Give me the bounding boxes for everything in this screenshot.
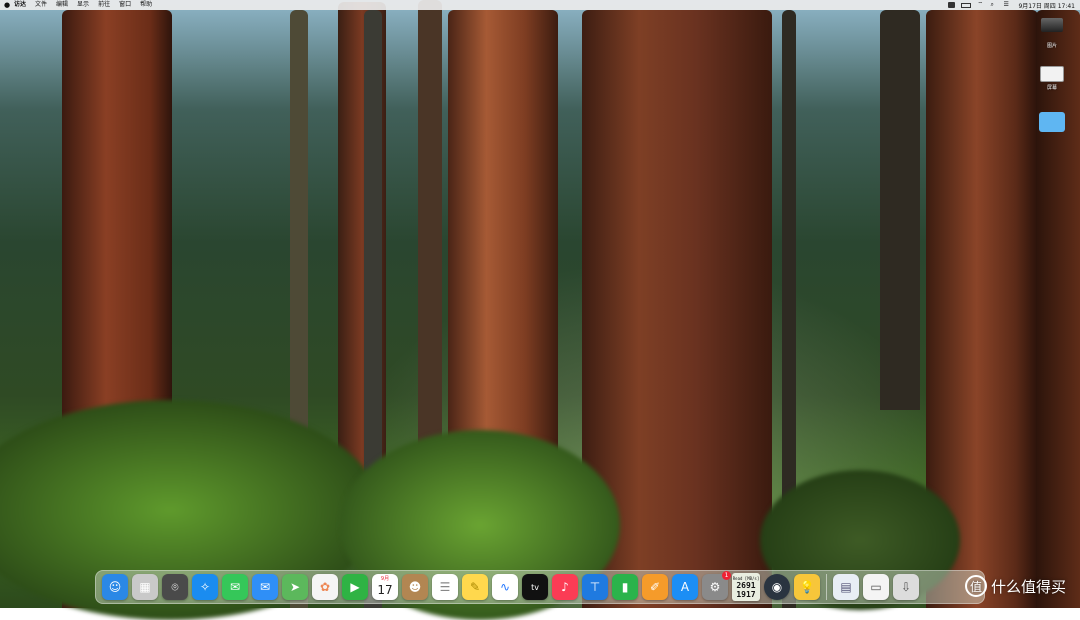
globe-app-icon[interactable]: ◉ bbox=[764, 574, 790, 600]
downloads-stack-icon[interactable]: ⇩ bbox=[893, 574, 919, 600]
launchpad-app-icon[interactable]: ▦ bbox=[132, 574, 158, 600]
status-area: ⌔ ⌕ ☰ 9月17日 周四 17:41 bbox=[948, 1, 1080, 10]
menu-file[interactable]: 文件 bbox=[35, 0, 47, 10]
mail-app-icon[interactable]: ✉ bbox=[252, 574, 278, 600]
battery-icon[interactable] bbox=[961, 2, 972, 8]
disk-speed-app-icon[interactable]: Read [MB/s] 2691 1917 bbox=[732, 573, 760, 601]
keynote-app-icon[interactable]: ⊤ bbox=[582, 574, 608, 600]
desktop-file-screen[interactable]: 屏幕 bbox=[1032, 66, 1072, 91]
messages-app-icon[interactable]: ✉ bbox=[222, 574, 248, 600]
photos-app-icon[interactable]: ✿ bbox=[312, 574, 338, 600]
dock-separator bbox=[826, 574, 827, 600]
watermark-logo-icon: 值 bbox=[964, 575, 987, 597]
calendar-month: 9月 bbox=[380, 576, 390, 582]
apple-tv-app-icon[interactable]: tv bbox=[522, 574, 548, 600]
disk-write-value: 1917 bbox=[736, 589, 756, 599]
screenshot-file-icon bbox=[1041, 18, 1063, 32]
safari-app-icon[interactable]: ✧ bbox=[192, 574, 218, 600]
desktop-file-image[interactable]: 图片 bbox=[1032, 40, 1072, 49]
folder-icon bbox=[1039, 112, 1065, 132]
facetime-app-icon[interactable]: ▶ bbox=[342, 574, 368, 600]
tips-app-icon[interactable]: 💡 bbox=[794, 574, 820, 600]
menu-clock[interactable]: 9月17日 周四 17:41 bbox=[1018, 1, 1075, 10]
dock: ☺ ▦ ⌾ ✧ ✉ ✉ ➤ ✿ ▶ 9月 17 ☻ ☰ ✎ ∿ tv ♪ ⊤ ▮… bbox=[95, 570, 985, 604]
disk-read-value: 2691 bbox=[736, 580, 756, 590]
watermark-text: 什么值得买 bbox=[990, 577, 1066, 596]
menu-bar: ● 访达 文件 编辑 显示 前往 窗口 帮助 ⌔ ⌕ ☰ 9月17日 周四 17… bbox=[0, 0, 1080, 10]
music-app-icon[interactable]: ♪ bbox=[552, 574, 578, 600]
pages-app-icon[interactable]: ✐ bbox=[642, 574, 668, 600]
system-settings-app-icon[interactable]: ⚙ 1 bbox=[702, 571, 731, 600]
wifi-icon[interactable]: ⌔ bbox=[977, 2, 984, 8]
tree-trunk bbox=[1036, 10, 1080, 608]
notification-badge: 1 bbox=[722, 571, 731, 580]
search-icon[interactable]: ⌕ bbox=[990, 2, 997, 8]
control-center-icon[interactable]: ☰ bbox=[1003, 2, 1010, 8]
calendar-app-icon[interactable]: 9月 17 bbox=[372, 574, 398, 600]
reminders-app-icon[interactable]: ☰ bbox=[432, 574, 458, 600]
app-store-app-icon[interactable]: A bbox=[672, 574, 698, 600]
notes-app-icon[interactable]: ✎ bbox=[462, 574, 488, 600]
desktop-wallpaper bbox=[0, 0, 1080, 620]
menu-window[interactable]: 窗口 bbox=[119, 0, 131, 10]
apple-menu-icon[interactable]: ● bbox=[0, 1, 14, 9]
freeform-app-icon[interactable]: ∿ bbox=[492, 574, 518, 600]
menu-help[interactable]: 帮助 bbox=[140, 0, 152, 10]
screenshot-file-icon bbox=[1040, 66, 1064, 82]
desktop-file-screenshot[interactable] bbox=[1032, 18, 1072, 32]
desktop-folder[interactable] bbox=[1032, 112, 1072, 132]
tree-trunk bbox=[448, 10, 558, 470]
watermark: 值 什么值得买 bbox=[964, 575, 1066, 597]
document-file-icon[interactable]: ▤ bbox=[833, 574, 859, 600]
desktop-icon-label: 图片 bbox=[1046, 43, 1057, 49]
screenshot-app-icon[interactable]: ⌾ bbox=[162, 574, 188, 600]
contacts-app-icon[interactable]: ☻ bbox=[402, 574, 428, 600]
menu-app-name[interactable]: 访达 bbox=[14, 0, 26, 10]
window-file-icon[interactable]: ▭ bbox=[863, 574, 889, 600]
input-source-icon[interactable] bbox=[948, 2, 956, 8]
maps-app-icon[interactable]: ➤ bbox=[282, 574, 308, 600]
calendar-day: 17 bbox=[377, 582, 393, 597]
finder-app-icon[interactable]: ☺ bbox=[102, 574, 128, 600]
tree-trunk bbox=[880, 10, 920, 410]
menu-view[interactable]: 显示 bbox=[77, 0, 89, 10]
menu-go[interactable]: 前往 bbox=[98, 0, 110, 10]
desktop-icon-label: 屏幕 bbox=[1046, 85, 1057, 91]
numbers-app-icon[interactable]: ▮ bbox=[612, 574, 638, 600]
menu-edit[interactable]: 编辑 bbox=[56, 0, 68, 10]
